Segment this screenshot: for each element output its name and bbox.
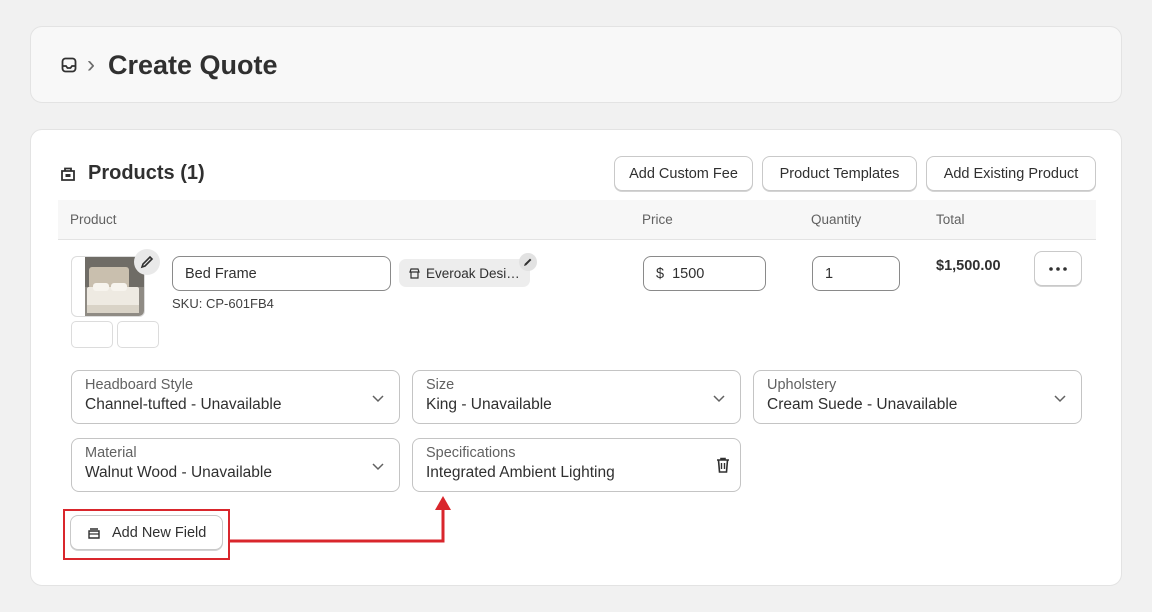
field-value: Cream Suede - Unavailable xyxy=(767,396,958,413)
ellipsis-icon xyxy=(1049,266,1067,271)
material-select[interactable]: Material Walnut Wood - Unavailable xyxy=(71,438,400,492)
price-value: 1500 xyxy=(672,265,705,282)
pencil-icon xyxy=(140,255,154,269)
vendor-label: Everoak Designs xyxy=(426,265,520,281)
column-quantity: Quantity xyxy=(811,212,862,227)
field-label: Specifications xyxy=(426,445,516,461)
trash-icon[interactable] xyxy=(716,457,730,473)
price-input[interactable]: $ 1500 xyxy=(643,256,766,291)
table-header: Product Price Quantity Total xyxy=(58,200,1096,240)
currency-symbol: $ xyxy=(656,265,665,282)
jar-icon xyxy=(88,527,100,539)
column-product: Product xyxy=(70,212,117,227)
edit-vendor-button[interactable] xyxy=(519,253,537,271)
field-label: Upholstery xyxy=(767,377,837,393)
column-total: Total xyxy=(936,212,965,227)
page-title: Create Quote xyxy=(108,50,278,80)
field-value: Walnut Wood - Unavailable xyxy=(85,464,272,481)
field-label: Size xyxy=(426,377,455,393)
column-price: Price xyxy=(642,212,673,227)
field-value: Integrated Ambient Lighting xyxy=(426,464,615,481)
breadcrumb-separator: › xyxy=(87,51,95,78)
specifications-field[interactable]: Specifications Integrated Ambient Lighti… xyxy=(412,438,741,492)
product-name-input[interactable]: Bed Frame xyxy=(172,256,391,291)
quantity-input[interactable]: 1 xyxy=(812,256,900,291)
product-templates-button[interactable]: Product Templates xyxy=(762,156,917,191)
field-value: Channel-tufted - Unavailable xyxy=(85,396,282,413)
inbox-icon[interactable] xyxy=(61,57,77,73)
image-slot-1[interactable] xyxy=(71,321,113,348)
headboard-style-select[interactable]: Headboard Style Channel-tufted - Unavail… xyxy=(71,370,400,424)
line-total: $1,500.00 xyxy=(936,258,1001,274)
field-value: King - Unavailable xyxy=(426,396,552,413)
image-slot-2[interactable] xyxy=(117,321,159,348)
add-new-field-label: Add New Field xyxy=(112,524,207,541)
upholstery-select[interactable]: Upholstery Cream Suede - Unavailable xyxy=(753,370,1082,424)
products-title: Products (1) xyxy=(88,162,205,184)
header-card: › Create Quote xyxy=(30,26,1122,103)
more-actions-button[interactable] xyxy=(1034,251,1082,286)
products-card: Products (1) Add Custom Fee Product Temp… xyxy=(30,129,1122,586)
chevron-down-icon xyxy=(372,395,384,403)
add-new-field-button[interactable]: Add New Field xyxy=(70,515,223,550)
chevron-down-icon xyxy=(372,463,384,471)
vendor-chip[interactable]: Everoak Designs xyxy=(399,259,530,287)
chevron-down-icon xyxy=(1054,395,1066,403)
products-icon xyxy=(61,167,75,181)
store-icon xyxy=(409,267,420,279)
add-existing-product-button[interactable]: Add Existing Product xyxy=(926,156,1096,191)
size-select[interactable]: Size King - Unavailable xyxy=(412,370,741,424)
product-sku: SKU: CP-601FB4 xyxy=(172,296,274,311)
add-custom-fee-button[interactable]: Add Custom Fee xyxy=(614,156,753,191)
pencil-icon xyxy=(524,258,532,266)
field-label: Headboard Style xyxy=(85,377,194,393)
field-label: Material xyxy=(85,445,137,461)
chevron-down-icon xyxy=(713,395,725,403)
edit-image-button[interactable] xyxy=(134,249,160,275)
